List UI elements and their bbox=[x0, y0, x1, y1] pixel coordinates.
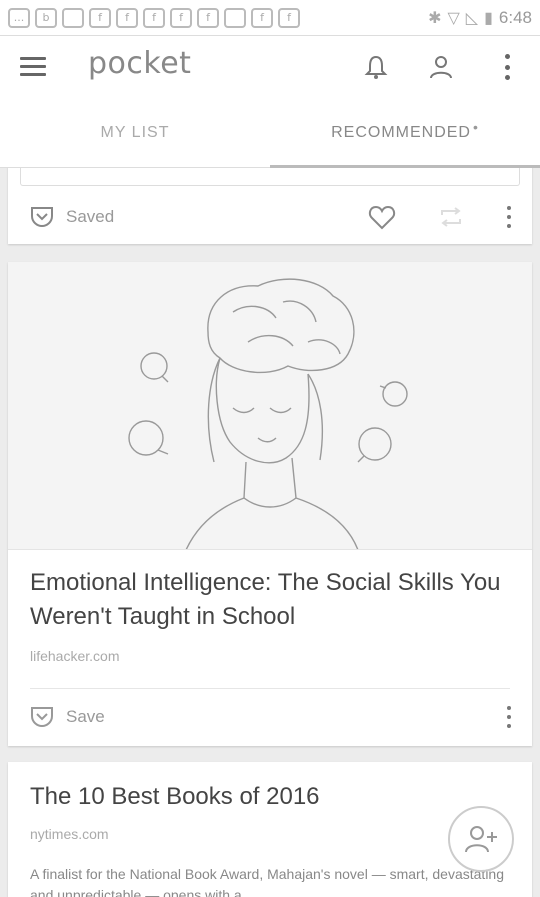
facebook-icon: f bbox=[170, 7, 192, 28]
app-logo: pocket bbox=[88, 46, 192, 81]
notification-icon: ... bbox=[8, 7, 30, 28]
facebook-icon: f bbox=[143, 7, 165, 28]
article-domain: lifehacker.com bbox=[30, 648, 120, 664]
signal-icon: ◺ bbox=[465, 9, 479, 27]
add-friend-icon bbox=[465, 826, 497, 853]
facebook-icon: f bbox=[197, 7, 219, 28]
wifi-icon: ▽ bbox=[447, 9, 460, 27]
tab-recommended[interactable]: RECOMMENDED • bbox=[270, 98, 540, 168]
more-vert-icon[interactable] bbox=[497, 54, 517, 80]
share-icon[interactable] bbox=[438, 206, 464, 228]
facebook-icon: f bbox=[251, 7, 273, 28]
pocket-saved-icon[interactable] bbox=[30, 206, 54, 228]
status-bar: ... b f f f f f f f ✱ ▽ ◺ ▮ 6:48 bbox=[0, 0, 540, 36]
more-vert-icon[interactable] bbox=[506, 206, 512, 228]
article-image[interactable] bbox=[8, 262, 532, 550]
saved-label[interactable]: Saved bbox=[66, 207, 114, 227]
save-button[interactable]: Save bbox=[66, 707, 105, 727]
divider bbox=[30, 688, 510, 689]
card-actions: Saved bbox=[8, 190, 532, 244]
article-title[interactable]: Emotional Intelligence: The Social Skill… bbox=[30, 566, 508, 634]
facebook-icon: f bbox=[278, 7, 300, 28]
card-content-box bbox=[20, 168, 520, 186]
person-icon[interactable] bbox=[428, 54, 454, 80]
article-domain: nytimes.com bbox=[30, 826, 109, 842]
add-friend-button[interactable] bbox=[448, 806, 514, 872]
notification-icon bbox=[62, 7, 84, 28]
menu-icon[interactable] bbox=[20, 57, 46, 77]
illustration-woman-thinking bbox=[128, 278, 408, 549]
recommended-feed[interactable]: Saved Emotional Intelligence: The Social… bbox=[0, 168, 540, 897]
notification-icon: b bbox=[35, 7, 57, 28]
bluetooth-icon: ✱ bbox=[428, 9, 442, 27]
bell-icon[interactable] bbox=[364, 54, 388, 80]
new-indicator: • bbox=[472, 118, 479, 135]
card-actions: Save bbox=[8, 690, 532, 744]
system-icons: ✱ ▽ ◺ ▮ 6:48 bbox=[428, 8, 532, 28]
battery-icon: ▮ bbox=[484, 9, 493, 27]
article-title[interactable]: The 10 Best Books of 2016 bbox=[30, 780, 508, 814]
facebook-icon: f bbox=[116, 7, 138, 28]
tab-my-list[interactable]: MY LIST bbox=[0, 98, 270, 167]
app-bar: pocket bbox=[0, 36, 540, 98]
car-icon bbox=[224, 7, 246, 28]
article-card[interactable]: Saved bbox=[8, 168, 532, 244]
notification-icons: ... b f f f f f f f bbox=[8, 7, 300, 28]
tab-bar: MY LIST RECOMMENDED • bbox=[0, 98, 540, 168]
tab-label: MY LIST bbox=[100, 123, 170, 141]
pocket-save-icon[interactable] bbox=[30, 706, 54, 728]
more-vert-icon[interactable] bbox=[506, 706, 512, 728]
article-excerpt: A finalist for the National Book Award, … bbox=[30, 866, 504, 897]
facebook-icon: f bbox=[89, 7, 111, 28]
clock: 6:48 bbox=[498, 7, 532, 27]
tab-label: RECOMMENDED bbox=[331, 123, 471, 141]
article-card[interactable]: Emotional Intelligence: The Social Skill… bbox=[8, 262, 532, 746]
heart-icon[interactable] bbox=[368, 204, 396, 230]
